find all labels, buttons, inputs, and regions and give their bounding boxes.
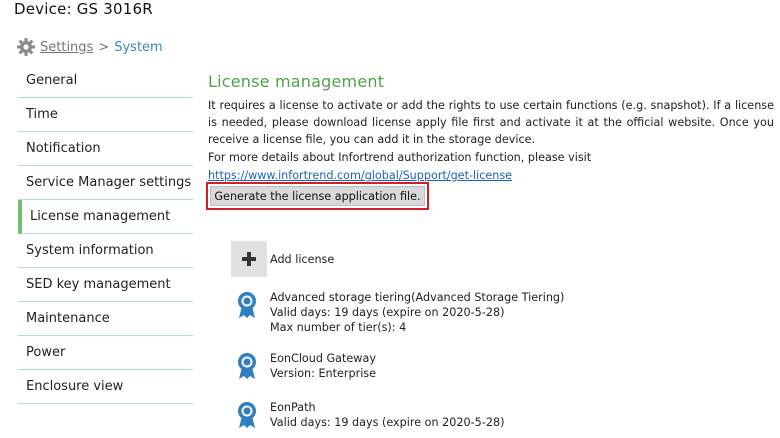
plus-icon[interactable] [231, 241, 267, 277]
breadcrumb-separator: > [98, 39, 110, 55]
main-content: License management It requires a license… [208, 72, 774, 183]
generate-license-file-button[interactable]: Generate the license application file. [210, 186, 425, 206]
sidebar-item-time[interactable]: Time [18, 98, 193, 132]
add-license-row[interactable]: Add license [231, 241, 334, 277]
award-ribbon-icon [236, 401, 258, 429]
device-title: Device: GS 3016R [14, 0, 153, 18]
sidebar-item-notification[interactable]: Notification [18, 132, 193, 166]
breadcrumb: Settings > System [16, 37, 163, 57]
license-version: Version: Enterprise [270, 367, 377, 380]
sidebar-item-service-manager-settings[interactable]: Service Manager settings [18, 166, 193, 200]
breadcrumb-current: System [114, 39, 163, 55]
license-item: EonCloud Gateway Version: Enterprise [236, 351, 376, 381]
license-name: Advanced storage tiering(Advanced Storag… [270, 291, 565, 304]
gear-icon [16, 37, 36, 57]
license-name: EonPath [270, 401, 316, 414]
more-details-text: For more details about Infortrend author… [208, 151, 592, 164]
add-license-label[interactable]: Add license [270, 253, 334, 266]
sidebar-item-system-information[interactable]: System information [18, 234, 193, 268]
get-license-link[interactable]: https://www.infortrend.com/global/Suppor… [208, 169, 512, 182]
license-item: EonPath Valid days: 19 days (expire on 2… [236, 400, 504, 430]
page-title: License management [208, 72, 385, 91]
sidebar-item-enclosure-view[interactable]: Enclosure view [18, 370, 193, 404]
award-ribbon-icon [236, 291, 258, 319]
license-valid-days: Valid days: 19 days (expire on 2020-5-28… [270, 306, 505, 319]
sidebar: General Time Notification Service Manage… [18, 64, 193, 404]
sidebar-item-power[interactable]: Power [18, 336, 193, 370]
sidebar-item-maintenance[interactable]: Maintenance [18, 302, 193, 336]
breadcrumb-settings-link[interactable]: Settings [40, 40, 93, 55]
license-description: It requires a license to activate or add… [208, 99, 774, 146]
license-item: Advanced storage tiering(Advanced Storag… [236, 290, 564, 335]
license-name: EonCloud Gateway [270, 352, 376, 365]
license-valid-days: Valid days: 19 days (expire on 2020-5-28… [270, 416, 505, 429]
sidebar-item-license-management[interactable]: License management [18, 200, 193, 234]
sidebar-item-general[interactable]: General [18, 64, 193, 98]
generate-button-highlight: Generate the license application file. [206, 182, 429, 210]
license-max-tiers: Max number of tier(s): 4 [270, 321, 407, 334]
sidebar-item-sed-key-management[interactable]: SED key management [18, 268, 193, 302]
award-ribbon-icon [236, 352, 258, 380]
